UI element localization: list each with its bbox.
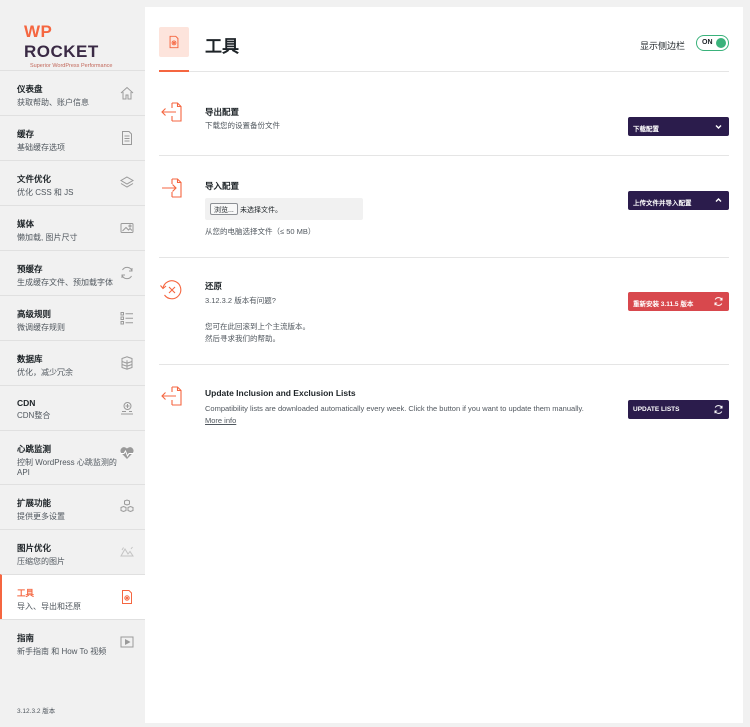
logo-tagline: Superior WordPress Performance xyxy=(30,63,113,69)
export-section: 导出配置 下载您的设置备份文件 下载配置 xyxy=(159,91,729,156)
refresh-icon xyxy=(713,296,724,307)
update-lists-label: UPDATE LISTS xyxy=(633,406,680,413)
layers-icon xyxy=(119,175,135,191)
show-sidebar-toggle[interactable]: ON xyxy=(696,35,729,51)
list-icon xyxy=(119,310,135,326)
reinstall-previous-version-button[interactable]: 重新安装 3.11.5 版本 xyxy=(628,292,729,311)
wp-rocket-logo[interactable]: WP ROCKET Superior WordPress Performance xyxy=(24,22,132,69)
sidebar-item-tutorials[interactable]: 指南 新手指南 和 How To 视频 xyxy=(0,619,145,664)
header-divider xyxy=(159,71,729,72)
sidebar-item-subtitle: 懒加载, 图片尺寸 xyxy=(17,233,78,242)
sidebar-item-advanced-rules[interactable]: 高级规则 微调缓存规则 xyxy=(0,295,145,340)
sidebar-item-file-optimization[interactable]: 文件优化 优化 CSS 和 JS xyxy=(0,160,145,205)
file-icon xyxy=(119,130,135,146)
rollback-line2: 然后寻求我们的帮助。 xyxy=(205,334,280,343)
chevron-down-icon xyxy=(713,121,724,132)
imagify-icon xyxy=(119,544,135,560)
sidebar: WP ROCKET Superior WordPress Performance… xyxy=(0,0,145,727)
file-input[interactable]: 浏览... 未选择文件。 xyxy=(205,198,363,220)
database-icon xyxy=(119,355,135,371)
toggle-knob xyxy=(716,38,726,48)
sidebar-item-subtitle: 新手指南 和 How To 视频 xyxy=(17,647,107,656)
import-icon xyxy=(159,175,185,201)
rollback-question: 3.12.3.2 版本有问题? xyxy=(205,296,276,305)
home-icon xyxy=(119,85,135,101)
sidebar-nav: 仪表盘 获取帮助、账户信息 缓存 基础缓存选项 文件优化 优化 CSS 和 JS… xyxy=(0,70,145,664)
rollback-title: 还原 xyxy=(205,281,223,291)
sidebar-item-subtitle: 优化，减少冗余 xyxy=(17,368,73,377)
sidebar-item-subtitle: 提供更多设置 xyxy=(17,512,65,521)
toggle-state-text: ON xyxy=(702,39,713,46)
chevron-up-icon xyxy=(713,195,724,206)
tools-icon xyxy=(119,589,135,605)
sidebar-item-tools[interactable]: 工具 导入、导出和还原 xyxy=(0,574,145,619)
reinstall-label: 重新安装 3.11.5 版本 xyxy=(633,301,694,308)
logo-wp: WP xyxy=(24,22,53,41)
rollback-icon xyxy=(159,277,185,303)
browse-button[interactable]: 浏览... xyxy=(210,203,238,215)
cdn-icon xyxy=(119,400,135,416)
import-title: 导入配置 xyxy=(205,181,240,191)
sidebar-item-subtitle: 获取帮助、账户信息 xyxy=(17,98,89,107)
sidebar-item-subtitle: CDN整合 xyxy=(17,411,51,420)
logo-rocket: ROCKET xyxy=(24,42,99,61)
sidebar-item-subtitle: 微调缓存规则 xyxy=(17,323,65,332)
update-lists-section: Update Inclusion and Exclusion Lists Com… xyxy=(159,366,729,446)
export-icon xyxy=(159,99,185,125)
main-panel: 工具 显示侧边栏 ON 导出配置 下载您的设置备份文件 下载配置 导入配置 浏览… xyxy=(145,7,743,723)
sidebar-item-dashboard[interactable]: 仪表盘 获取帮助、账户信息 xyxy=(0,70,145,115)
more-info-link[interactable]: More info xyxy=(205,416,236,425)
sidebar-item-preload[interactable]: 预缓存 生成缓存文件、预加载字体 xyxy=(0,250,145,295)
image-icon xyxy=(119,220,135,236)
export-icon xyxy=(159,383,185,409)
rollback-section: 还原 3.12.3.2 版本有问题? 您可在此回滚到上个主流版本。 然后寻求我们… xyxy=(159,259,729,365)
refresh-icon xyxy=(713,404,724,415)
show-sidebar-label: 显示侧边栏 xyxy=(639,41,685,51)
sidebar-item-cdn[interactable]: CDN CDN整合 xyxy=(0,385,145,430)
upload-import-button[interactable]: 上传文件并导入配置 xyxy=(628,191,729,210)
import-section: 导入配置 浏览... 未选择文件。 从您的电脑选择文件（≤ 50 MB） 上传文… xyxy=(159,157,729,258)
sidebar-item-cache[interactable]: 缓存 基础缓存选项 xyxy=(0,115,145,160)
refresh-icon xyxy=(119,265,135,281)
download-config-button[interactable]: 下载配置 xyxy=(628,117,729,136)
rollback-line1: 您可在此回滚到上个主流版本。 xyxy=(205,322,310,331)
download-config-label: 下载配置 xyxy=(633,126,659,133)
update-lists-description: Compatibility lists are downloaded autom… xyxy=(205,403,595,427)
sidebar-item-media[interactable]: 媒体 懒加载, 图片尺寸 xyxy=(0,205,145,250)
sidebar-item-addons[interactable]: 扩展功能 提供更多设置 xyxy=(0,484,145,529)
sidebar-item-image-optimization[interactable]: 图片优化 压缩您的图片 xyxy=(0,529,145,574)
sidebar-item-subtitle: 优化 CSS 和 JS xyxy=(17,188,74,197)
sidebar-item-database[interactable]: 数据库 优化，减少冗余 xyxy=(0,340,145,385)
cubes-icon xyxy=(119,499,135,515)
sidebar-item-subtitle: 压缩您的图片 xyxy=(17,557,65,566)
sidebar-item-subtitle: 基础缓存选项 xyxy=(17,143,65,152)
update-lists-title: Update Inclusion and Exclusion Lists xyxy=(205,388,356,398)
sidebar-item-subtitle: 生成缓存文件、预加载字体 xyxy=(17,278,113,287)
no-file-label: 未选择文件。 xyxy=(240,207,282,214)
update-lists-desc-text: Compatibility lists are downloaded autom… xyxy=(205,404,584,413)
sidebar-item-subtitle: 控制 WordPress 心跳监测的 API xyxy=(17,458,117,477)
video-icon xyxy=(119,634,135,650)
update-lists-button[interactable]: UPDATE LISTS xyxy=(628,400,729,419)
sidebar-item-heartbeat[interactable]: 心跳监测 控制 WordPress 心跳监测的 API xyxy=(0,430,145,484)
import-hint: 从您的电脑选择文件（≤ 50 MB） xyxy=(205,227,316,236)
export-description: 下载您的设置备份文件 xyxy=(205,121,280,130)
page-title: 工具 xyxy=(205,37,239,56)
heartbeat-icon xyxy=(119,445,135,461)
upload-import-label: 上传文件并导入配置 xyxy=(633,200,692,207)
sidebar-item-subtitle: 导入、导出和还原 xyxy=(17,602,81,611)
tools-header-icon xyxy=(159,27,189,57)
export-title: 导出配置 xyxy=(205,107,240,117)
version-label: 3.12.3.2 版本 xyxy=(17,708,56,715)
header-accent-underline xyxy=(159,70,189,72)
